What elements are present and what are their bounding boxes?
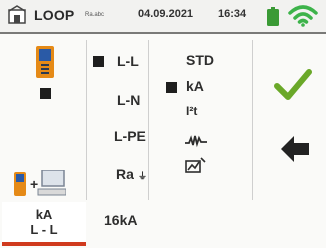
- tab-ka-l-l[interactable]: kA L - L: [2, 202, 86, 246]
- back-arrow-icon[interactable]: [280, 134, 310, 164]
- page-subtitle: Ra.abc: [85, 12, 105, 18]
- divider: [86, 40, 87, 200]
- svg-text:+: +: [30, 176, 38, 192]
- loop-test-screen: LOOP Ra.abc 04.09.2021 16:34 + L-L L-N L…: [0, 0, 326, 248]
- page-title: LOOP: [34, 7, 75, 23]
- wifi-icon: [288, 5, 318, 27]
- tab-label-line1: kA: [35, 207, 53, 222]
- option-l-pe[interactable]: L-PE: [114, 128, 146, 144]
- option-i2t[interactable]: I²t: [186, 104, 197, 118]
- home-icon[interactable]: [6, 5, 28, 27]
- header-bar: LOOP Ra.abc 04.09.2021 16:34: [0, 0, 326, 34]
- option-l-l[interactable]: L-L: [117, 53, 139, 69]
- tab-label-line2: L - L: [30, 222, 58, 237]
- option-selected-marker: [93, 56, 104, 67]
- battery-icon: [267, 7, 279, 26]
- date-display: 04.09.2021: [138, 8, 194, 20]
- check-icon[interactable]: [274, 68, 312, 102]
- divider: [148, 40, 149, 200]
- speed-icon[interactable]: [185, 157, 207, 173]
- time-display: 16:34: [218, 8, 247, 20]
- ground-symbol-icon: ⏚: [138, 171, 148, 181]
- limit-value[interactable]: 16kA: [104, 212, 137, 228]
- divider: [252, 40, 253, 200]
- option-l-n[interactable]: L-N: [117, 92, 140, 108]
- option-ka[interactable]: kA: [186, 78, 204, 94]
- meter-plus-computer-icon[interactable]: +: [14, 170, 66, 198]
- option-std[interactable]: STD: [186, 52, 214, 68]
- waveform-icon[interactable]: [185, 132, 207, 148]
- meter-icon[interactable]: [36, 46, 54, 78]
- option-ra[interactable]: Ra: [116, 166, 134, 182]
- selection-marker: [40, 88, 51, 99]
- option-selected-marker: [166, 82, 177, 93]
